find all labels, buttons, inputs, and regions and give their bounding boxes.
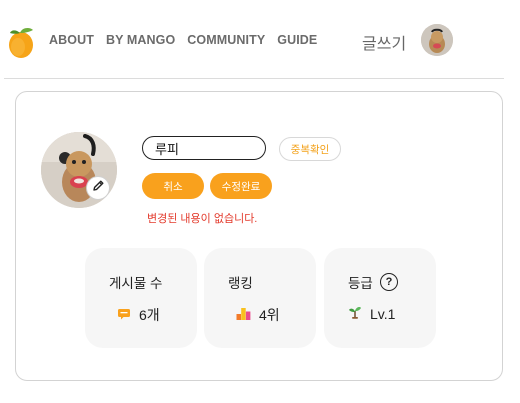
stat-label-posts: 게시물 수 xyxy=(109,276,163,291)
write-post-link[interactable]: 글쓰기 xyxy=(362,30,406,54)
sprout-icon xyxy=(348,305,362,322)
save-button[interactable]: 수정완료 xyxy=(210,173,272,199)
stat-label-grade: 등급 xyxy=(348,276,373,291)
nickname-input[interactable] xyxy=(142,136,266,160)
cancel-button[interactable]: 취소 xyxy=(142,173,204,199)
stat-card-posts: 게시물 수 6개 xyxy=(85,248,197,348)
nav-item-community[interactable]: COMMUNITY xyxy=(187,33,265,47)
nav-item-about[interactable]: ABOUT xyxy=(49,33,94,47)
stat-value-grade: Lv.1 xyxy=(370,305,396,322)
nav-item-by-mango[interactable]: BY MANGO xyxy=(106,33,175,47)
stat-card-ranking: 랭킹 4위 xyxy=(204,248,316,348)
edit-avatar-button[interactable] xyxy=(86,176,110,200)
header-divider xyxy=(4,78,504,79)
message-icon xyxy=(117,307,131,323)
top-header: ABOUT BY MANGO COMMUNITY GUIDE 글쓰기 xyxy=(0,0,520,79)
stat-label-ranking: 랭킹 xyxy=(228,276,253,291)
nav-item-guide[interactable]: GUIDE xyxy=(277,33,317,47)
status-message: 변경된 내용이 없습니다. xyxy=(147,213,258,225)
question-icon[interactable]: ? xyxy=(380,273,398,291)
mango-logo-icon[interactable] xyxy=(6,25,38,59)
main-nav: ABOUT BY MANGO COMMUNITY GUIDE xyxy=(49,33,317,47)
header-avatar[interactable] xyxy=(421,24,453,56)
stat-value-ranking: 4위 xyxy=(259,307,280,323)
ranking-bars-icon xyxy=(236,307,251,323)
stat-card-grade: 등급 ? Lv.1 xyxy=(324,248,436,348)
pencil-icon xyxy=(92,179,105,197)
stat-value-posts: 6개 xyxy=(139,307,160,323)
duplicate-check-button[interactable]: 중복확인 xyxy=(279,137,341,161)
